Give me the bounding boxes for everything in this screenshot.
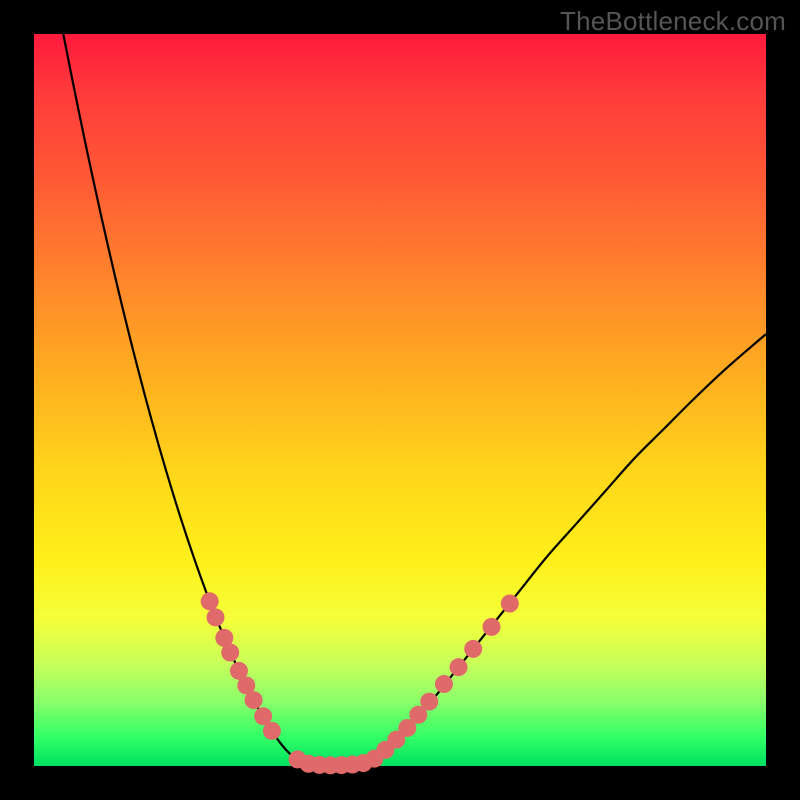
data-marker [464,640,482,658]
data-marker [263,722,281,740]
data-marker [245,691,263,709]
data-marker [483,618,501,636]
chart-svg [34,34,766,766]
data-marker [201,592,219,610]
data-marker [221,644,239,662]
data-marker [435,675,453,693]
data-marker [501,595,519,613]
bottleneck-curve [63,34,766,765]
chart-frame: TheBottleneck.com [0,0,800,800]
data-marker [450,658,468,676]
data-markers [201,592,519,774]
data-marker [420,693,438,711]
data-marker [207,608,225,626]
watermark-text: TheBottleneck.com [560,6,786,37]
